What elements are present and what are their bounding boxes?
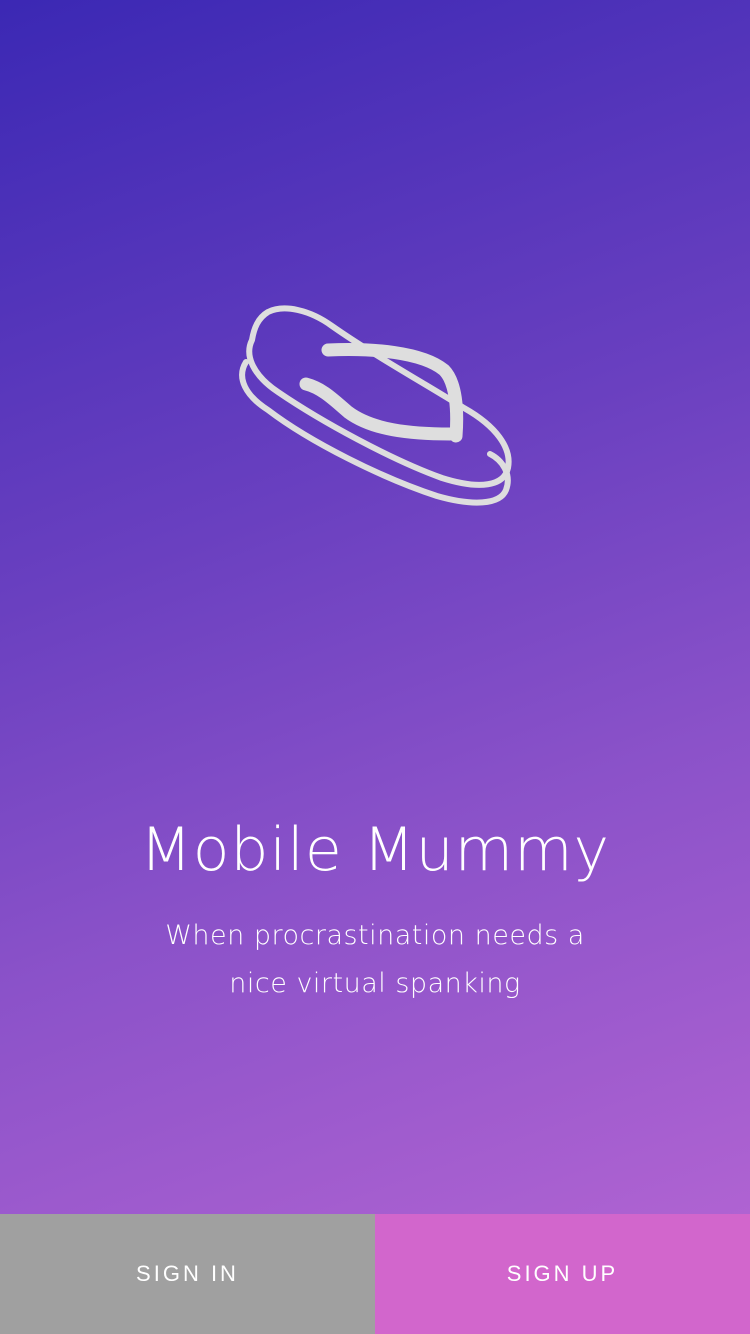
app-title: Mobile Mummy	[139, 815, 611, 885]
sign-in-button[interactable]: SIGN IN	[0, 1214, 375, 1334]
flip-flop-icon	[232, 300, 522, 520]
welcome-screen: Mobile Mummy When procrastination needs …	[0, 0, 750, 1334]
app-tagline: When procrastination needs a nice virtua…	[150, 912, 600, 1008]
tagline-line-2: nice virtual spanking	[229, 968, 521, 999]
tagline-line-1: When procrastination needs a	[165, 920, 585, 951]
sign-up-button[interactable]: SIGN UP	[375, 1214, 750, 1334]
